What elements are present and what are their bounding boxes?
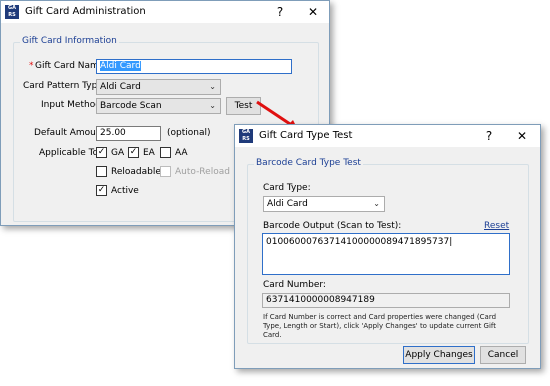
admin-titlebar: GA RS Gift Card Administration ? ✕ <box>1 1 329 23</box>
card-type-select[interactable]: Aldi Card ⌄ <box>263 196 385 212</box>
apply-changes-button[interactable]: Apply Changes <box>403 346 475 364</box>
barcode-output-value: 01006000763714100000089471895737 <box>266 237 450 247</box>
ea-checkbox[interactable]: ✓ <box>128 147 139 158</box>
close-icon[interactable]: ✕ <box>513 127 531 145</box>
gift-card-name-input[interactable]: Aldi Card <box>96 59 292 74</box>
input-method-select[interactable]: Barcode Scan ⌄ <box>96 98 221 114</box>
app-icon: GA RS <box>239 129 253 143</box>
ga-checkbox[interactable]: ✓ <box>96 147 107 158</box>
card-type-label: Card Type: <box>263 183 311 193</box>
card-type-value: Aldi Card <box>267 199 308 209</box>
gift-card-type-test-window: GA RS Gift Card Type Test ? ✕ Barcode Car… <box>234 124 541 369</box>
test-title: Gift Card Type Test <box>259 130 353 141</box>
cancel-button[interactable]: Cancel <box>480 346 526 364</box>
aa-checkbox[interactable] <box>160 147 171 158</box>
barcode-output-label: Barcode Output (Scan to Test): <box>263 221 402 231</box>
optional-text: (optional) <box>167 128 211 138</box>
card-pattern-type-select[interactable]: Aldi Card ⌄ <box>96 79 221 95</box>
input-method-value: Barcode Scan <box>100 101 162 111</box>
barcode-output-textarea[interactable]: 01006000763714100000089471895737| <box>262 233 510 275</box>
active-checkbox[interactable]: ✓ <box>96 185 107 196</box>
ea-label: EA <box>143 148 155 158</box>
reloadable-checkbox[interactable] <box>96 166 107 177</box>
test-client: Barcode Card Type Test Card Type: Aldi C… <box>235 147 540 368</box>
chevron-down-icon: ⌄ <box>373 199 380 208</box>
card-number-label: Card Number: <box>263 280 326 290</box>
card-pattern-type-value: Aldi Card <box>100 82 141 92</box>
chevron-down-icon: ⌄ <box>209 101 216 110</box>
card-pattern-type-label: Card Pattern Type: <box>23 81 106 91</box>
auto-reload-checkbox <box>160 166 171 177</box>
required-mark: * <box>29 61 34 71</box>
aa-label: AA <box>175 148 188 158</box>
reset-link[interactable]: Reset <box>484 221 509 231</box>
applicable-to-label: Applicable To: <box>39 148 102 158</box>
apply-changes-note: If Card Number is correct and Card prope… <box>263 313 497 339</box>
active-label: Active <box>111 186 139 196</box>
text-cursor: | <box>449 237 453 247</box>
group-label: Barcode Card Type Test <box>254 158 363 168</box>
default-amount-input[interactable]: 25.00 <box>96 126 161 141</box>
app-icon: GA RS <box>5 5 19 19</box>
group-label: Gift Card Information <box>20 36 119 46</box>
selected-text: Aldi Card <box>100 61 141 71</box>
reloadable-label: Reloadable <box>111 167 161 177</box>
admin-title: Gift Card Administration <box>25 6 146 17</box>
ga-label: GA <box>111 148 125 158</box>
help-button[interactable]: ? <box>271 3 289 21</box>
card-number-field: 6371410000008947189 <box>262 293 510 308</box>
chevron-down-icon: ⌄ <box>209 82 216 91</box>
close-icon[interactable]: ✕ <box>304 3 322 21</box>
help-button[interactable]: ? <box>480 127 498 145</box>
auto-reload-label: Auto-Reload <box>175 167 230 177</box>
input-method-label: Input Method: <box>41 100 104 110</box>
test-titlebar: GA RS Gift Card Type Test ? ✕ <box>235 125 540 147</box>
